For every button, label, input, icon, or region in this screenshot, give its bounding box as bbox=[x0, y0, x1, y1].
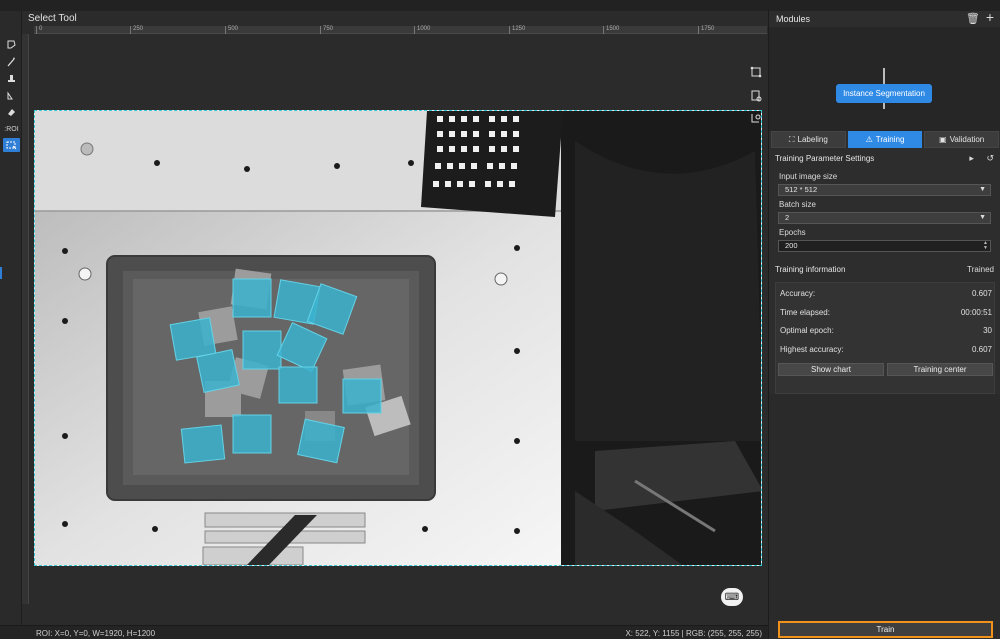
training-status: Trained bbox=[967, 265, 994, 274]
reset-icon[interactable]: ↺ bbox=[986, 153, 994, 163]
tab-validation[interactable]: ▣ Validation bbox=[924, 131, 1000, 148]
status-bar: ROI: X=0, Y=0, W=1920, H=1200 X: 522, Y:… bbox=[0, 625, 770, 639]
ruler-tick: 1000 bbox=[414, 26, 430, 34]
info-row-optimal-epoch: Optimal epoch: 30 bbox=[780, 324, 992, 338]
info-key: Highest accuracy: bbox=[780, 345, 844, 354]
module-connector bbox=[883, 68, 885, 84]
left-toolbar: :ROI bbox=[0, 11, 22, 625]
polygon-tool-icon[interactable] bbox=[3, 37, 20, 51]
top-strip bbox=[0, 0, 1000, 11]
ruler-tick: 750 bbox=[320, 26, 333, 34]
panel-title: Modules bbox=[776, 14, 811, 24]
info-row-accuracy: Accuracy: 0.607 bbox=[780, 287, 992, 301]
training-info-header: Training information Trained bbox=[769, 261, 1000, 277]
play-icon[interactable]: ▸ bbox=[969, 153, 974, 163]
select-value: 2 bbox=[785, 213, 790, 222]
select-tool-icon[interactable] bbox=[3, 138, 20, 152]
epochs-label: Epochs bbox=[779, 228, 806, 237]
add-icon[interactable]: + bbox=[986, 10, 994, 25]
info-value: 30 bbox=[983, 326, 992, 335]
info-key: Time elapsed: bbox=[780, 308, 830, 317]
toolbar-marker bbox=[0, 267, 2, 279]
roi-status: ROI: X=0, Y=0, W=1920, H=1200 bbox=[36, 629, 156, 638]
cursor-status: X: 522, Y: 1155 | RGB: (255, 255, 255) bbox=[625, 629, 762, 638]
eraser-icon[interactable] bbox=[3, 105, 20, 119]
labeling-icon: ⛶ bbox=[788, 134, 795, 144]
ruler-tick-label: 750 bbox=[323, 26, 334, 32]
chevron-down-icon: ▼ bbox=[979, 186, 986, 193]
tab-label: Labeling bbox=[797, 135, 828, 144]
magic-wand-icon[interactable] bbox=[3, 54, 20, 68]
section-title: Training Parameter Settings bbox=[775, 154, 875, 163]
batch-size-select[interactable]: 2 ▼ bbox=[778, 212, 991, 224]
epochs-spinbox[interactable]: 200 ▲ ▼ bbox=[778, 240, 991, 252]
horizontal-ruler: 0 250 500 750 1000 1250 1500 1750 bbox=[34, 26, 767, 34]
ruler-tick-label: 1750 bbox=[701, 26, 715, 32]
keyboard-shortcuts-icon[interactable]: ⌨ bbox=[721, 588, 743, 606]
info-value: 00:00:51 bbox=[960, 308, 992, 317]
ruler-tick-label: 1250 bbox=[512, 26, 526, 32]
input-size-label: Input image size bbox=[779, 172, 838, 181]
canvas-title: Select Tool bbox=[28, 13, 77, 24]
tab-training[interactable]: ⚠ Training bbox=[847, 131, 923, 148]
ruler-tick-label: 500 bbox=[228, 26, 239, 32]
module-tabs: ⛶ Labeling ⚠ Training ▣ Validation bbox=[771, 131, 1000, 148]
fit-screen-icon[interactable] bbox=[747, 64, 765, 80]
modules-panel: Modules 🗑 + Instance Segmentation ⛶ Labe… bbox=[768, 10, 1000, 639]
training-center-button[interactable]: Training center bbox=[887, 363, 993, 376]
tab-label: Training bbox=[875, 135, 905, 144]
section-title: Training information bbox=[775, 265, 846, 274]
module-connector bbox=[883, 103, 885, 109]
info-row-time: Time elapsed: 00:00:51 bbox=[780, 306, 992, 320]
delete-icon[interactable]: 🗑 bbox=[966, 12, 980, 25]
tab-labeling[interactable]: ⛶ Labeling bbox=[771, 131, 846, 148]
select-value: 512 * 512 bbox=[785, 185, 818, 194]
info-value: 0.607 bbox=[971, 289, 992, 298]
ruler-tick: 250 bbox=[130, 26, 143, 34]
info-key: Accuracy: bbox=[780, 289, 816, 298]
tab-label: Validation bbox=[949, 135, 985, 144]
roi-tool-icon[interactable]: :ROI bbox=[3, 122, 20, 136]
training-info-box: Accuracy: 0.607 Time elapsed: 00:00:51 O… bbox=[775, 282, 995, 394]
panel-empty-area bbox=[769, 394, 1000, 620]
stamp-tool-icon[interactable] bbox=[3, 71, 20, 85]
stepper-arrows-icon[interactable]: ▲ ▼ bbox=[983, 241, 988, 251]
labeled-image[interactable] bbox=[34, 110, 762, 566]
ruler-tick: 0 bbox=[36, 26, 42, 34]
train-button[interactable]: Train bbox=[778, 621, 993, 638]
ruler-tick: 1250 bbox=[509, 26, 525, 34]
spin-value: 200 bbox=[785, 241, 798, 250]
training-params-header: Training Parameter Settings ▸ ↺ bbox=[769, 150, 1000, 166]
ruler-tick: 500 bbox=[225, 26, 238, 34]
input-size-select[interactable]: 512 * 512 ▼ bbox=[778, 184, 991, 196]
ruler-tick-label: 1000 bbox=[417, 26, 431, 32]
show-chart-button[interactable]: Show chart bbox=[778, 363, 884, 376]
ruler-tick-label: 250 bbox=[133, 26, 144, 32]
vertical-ruler bbox=[22, 34, 29, 604]
info-key: Optimal epoch: bbox=[780, 326, 834, 335]
info-row-highest-accuracy: Highest accuracy: 0.607 bbox=[780, 343, 992, 357]
training-icon: ⚠ bbox=[865, 135, 873, 144]
ruler-tick: 1750 bbox=[698, 26, 714, 34]
chevron-down-icon: ▼ bbox=[979, 214, 986, 221]
label-display-icon[interactable] bbox=[747, 110, 765, 126]
batch-size-label: Batch size bbox=[779, 200, 816, 209]
module-flow-area: Instance Segmentation bbox=[769, 27, 1000, 131]
scene-illustration bbox=[35, 111, 761, 565]
view-settings-icon[interactable] bbox=[747, 88, 765, 104]
ruler-tick-label: 1500 bbox=[606, 26, 620, 32]
ruler-tick: 1500 bbox=[603, 26, 619, 34]
info-value: 0.607 bbox=[971, 345, 992, 354]
ruler-tick-label: 0 bbox=[39, 26, 43, 32]
instance-segmentation-module[interactable]: Instance Segmentation bbox=[836, 84, 932, 103]
validation-icon: ▣ bbox=[939, 135, 947, 144]
smart-polygon-icon[interactable] bbox=[3, 88, 20, 102]
